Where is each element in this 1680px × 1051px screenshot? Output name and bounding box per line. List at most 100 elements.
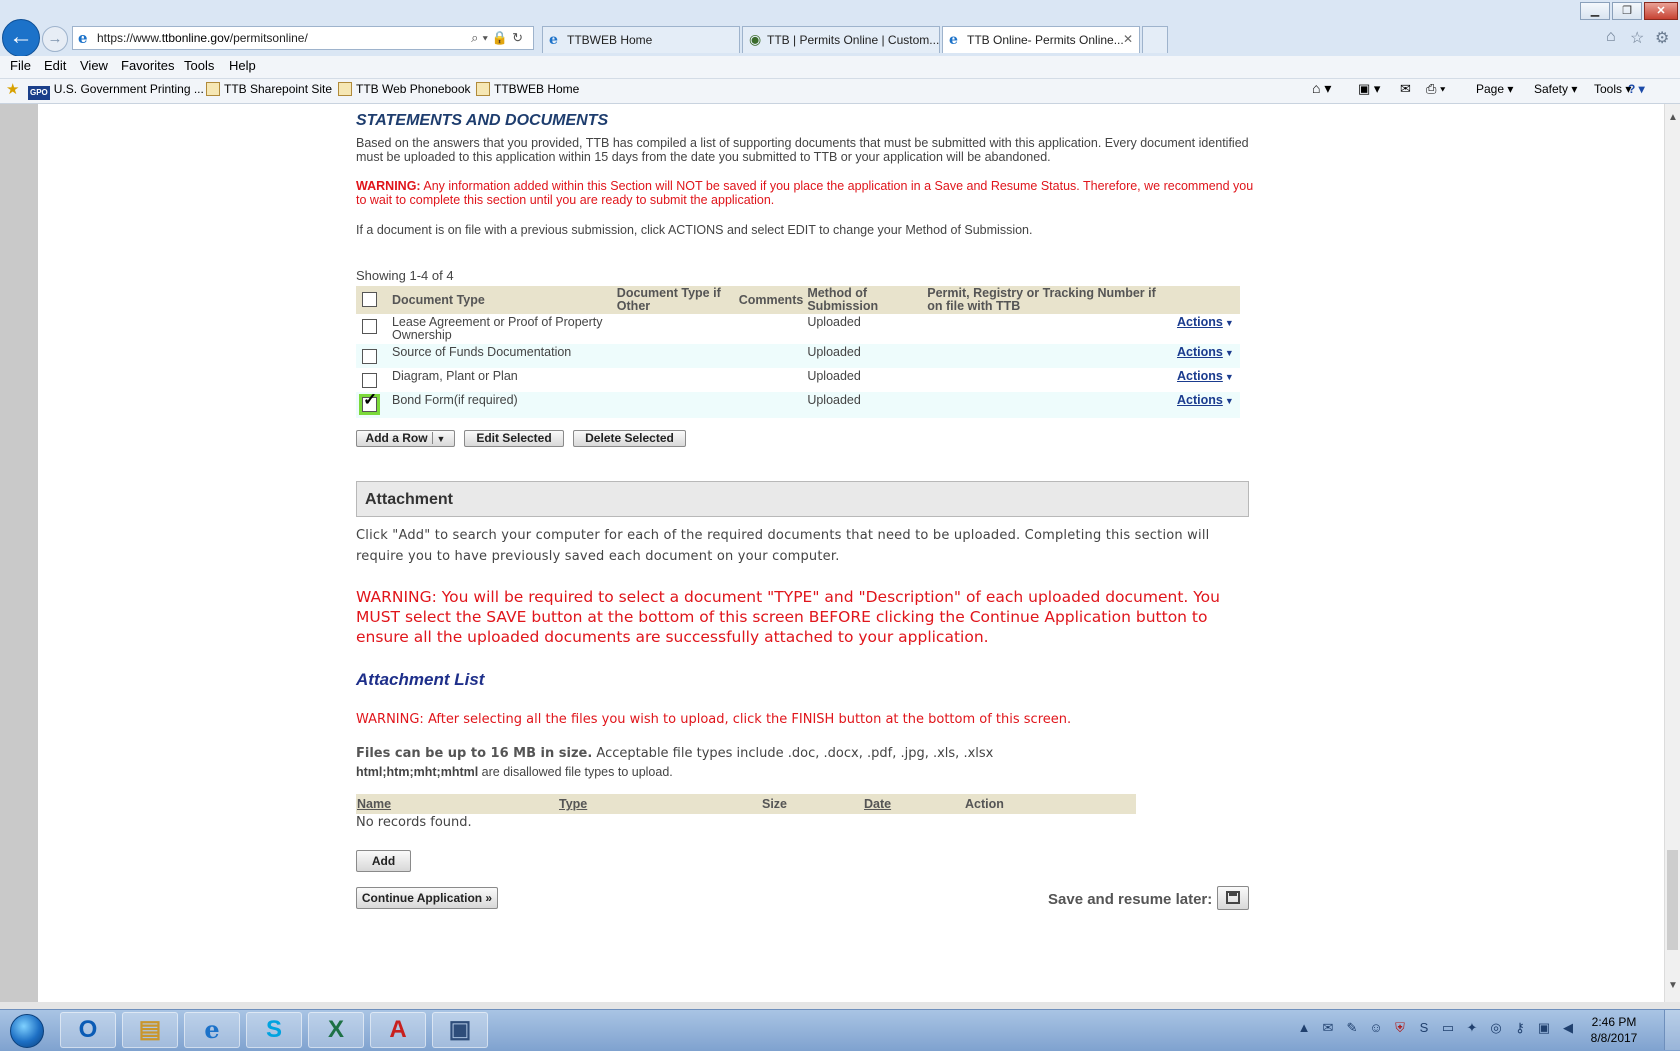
menu-help[interactable]: Help xyxy=(229,58,256,73)
favorite-ttbweb-home[interactable]: TTBWEB Home xyxy=(476,82,579,96)
tray-outlook-icon[interactable]: ✉ xyxy=(1320,1020,1336,1036)
scroll-up-icon[interactable]: ▲ xyxy=(1668,112,1678,123)
row-checkbox[interactable] xyxy=(362,319,377,334)
delete-selected-button[interactable]: Delete Selected xyxy=(573,430,686,447)
menu-tools-cmd[interactable]: Tools ▾ xyxy=(1594,82,1631,96)
tray-shield-icon[interactable]: ⛨ xyxy=(1392,1020,1408,1036)
menu-file[interactable]: File xyxy=(10,58,31,73)
tray-pen-icon[interactable]: ✎ xyxy=(1344,1020,1360,1036)
feeds-icon[interactable]: ▣ ▾ xyxy=(1358,81,1380,97)
forward-button[interactable]: → xyxy=(42,26,68,52)
tray-user-icon[interactable]: ☺ xyxy=(1368,1020,1384,1036)
vertical-scrollbar[interactable]: ▲ ▼ xyxy=(1664,104,1680,1002)
menu-favorites[interactable]: Favorites xyxy=(121,58,174,73)
dropdown-arrow-icon: ▼ xyxy=(436,434,446,444)
col-name-sort[interactable]: Name xyxy=(357,797,391,811)
new-tab-button[interactable] xyxy=(1142,26,1168,53)
cell-permit xyxy=(925,314,1175,344)
address-tools: ⌕▾🔒↻ xyxy=(471,30,527,46)
home-icon[interactable]: ⌂ xyxy=(1606,28,1616,46)
tray-drive-icon[interactable]: ▭ xyxy=(1440,1020,1456,1036)
actions-link[interactable]: Actions xyxy=(1177,393,1223,407)
caret-down-icon[interactable]: ▼ xyxy=(1225,396,1234,406)
address-url[interactable]: https://www.ttbonline.gov/permitsonline/ xyxy=(97,31,308,45)
favorites-star-icon[interactable]: ★ xyxy=(6,80,19,98)
favorite-ttb-sharepoint[interactable]: TTB Sharepoint Site xyxy=(206,82,332,96)
start-button[interactable] xyxy=(4,1011,50,1049)
row-checkbox[interactable] xyxy=(362,349,377,364)
tray-sync-icon[interactable]: ◎ xyxy=(1488,1020,1504,1036)
tab-label: TTBWEB Home xyxy=(567,33,653,47)
actions-link[interactable]: Actions xyxy=(1177,369,1223,383)
tray-chevron-icon[interactable]: ▲ xyxy=(1296,1020,1312,1036)
tab-permits-online-custom[interactable]: ◉ TTB | Permits Online | Custom... xyxy=(742,26,940,53)
menu-edit[interactable]: Edit xyxy=(44,58,66,73)
refresh-icon[interactable]: ↻ xyxy=(512,30,527,45)
taskbar-clock[interactable]: 2:46 PM 8/8/2017 xyxy=(1574,1014,1654,1046)
tray-network-icon[interactable]: ✦ xyxy=(1464,1020,1480,1036)
favorites-star-icon[interactable]: ☆ xyxy=(1630,28,1644,48)
search-icon[interactable]: ⌕ xyxy=(471,30,482,45)
home-icon[interactable]: ⌂ ▾ xyxy=(1312,80,1331,97)
help-icon[interactable]: ? ▾ xyxy=(1628,82,1645,96)
print-icon[interactable]: ⎙ ▾ xyxy=(1426,81,1445,97)
lock-icon[interactable]: 🔒 xyxy=(492,30,512,45)
tab-close-icon[interactable]: ✕ xyxy=(1123,32,1133,46)
continue-application-button[interactable]: Continue Application » xyxy=(356,887,498,909)
tray-key-icon[interactable]: ⚷ xyxy=(1512,1020,1528,1036)
caret-down-icon[interactable]: ▼ xyxy=(1225,348,1234,358)
caret-down-icon[interactable]: ▼ xyxy=(1225,318,1234,328)
cell-comments xyxy=(736,344,806,368)
select-all-checkbox[interactable] xyxy=(362,292,377,307)
col-document-type: Document Type xyxy=(389,286,615,314)
address-bar[interactable]: e https://www.ttbonline.gov/permitsonlin… xyxy=(72,26,534,50)
adobe-acrobat-taskbar-icon[interactable]: A xyxy=(370,1012,426,1048)
internet-explorer-taskbar-icon[interactable]: e xyxy=(184,1012,240,1048)
tab-permits-online-active[interactable]: e TTB Online- Permits Online... ✕ xyxy=(942,26,1140,53)
back-button[interactable]: ← xyxy=(2,19,40,57)
settings-gear-icon[interactable]: ⚙ xyxy=(1655,28,1669,48)
scrollbar-thumb[interactable] xyxy=(1667,850,1678,950)
favorite-ttb-phonebook[interactable]: TTB Web Phonebook xyxy=(338,82,471,96)
menu-safety[interactable]: Safety ▾ xyxy=(1534,82,1577,96)
save-resume-button[interactable] xyxy=(1217,886,1249,910)
forward-arrow-icon: → xyxy=(47,30,63,47)
menu-page[interactable]: Page ▾ xyxy=(1476,82,1513,96)
scroll-down-icon[interactable]: ▼ xyxy=(1668,980,1678,991)
cell-document-type-other xyxy=(615,314,737,344)
cell-document-type-other xyxy=(614,344,737,368)
row-checkbox[interactable] xyxy=(362,373,377,388)
add-a-row-button[interactable]: Add a Row ▼ xyxy=(356,430,455,447)
skype-taskbar-icon[interactable]: S xyxy=(246,1012,302,1048)
col-action: Action xyxy=(965,797,1004,811)
finish-warning: WARNING: After selecting all the files y… xyxy=(356,712,1072,727)
tray-skype-icon[interactable]: S xyxy=(1416,1020,1432,1036)
minimize-button[interactable]: ▁ xyxy=(1580,2,1610,20)
tray-monitor-icon[interactable]: ▣ xyxy=(1536,1020,1552,1036)
edit-selected-button[interactable]: Edit Selected xyxy=(464,430,564,447)
dropdown-icon[interactable]: ▾ xyxy=(482,30,491,45)
actions-link[interactable]: Actions xyxy=(1177,315,1223,329)
outlook-taskbar-icon[interactable]: O xyxy=(60,1012,116,1048)
tab-ttbweb-home[interactable]: e TTBWEB Home xyxy=(542,26,740,53)
row-checkbox-checked[interactable] xyxy=(359,393,380,415)
file-explorer-taskbar-icon[interactable]: ▤ xyxy=(122,1012,178,1048)
add-attachment-button[interactable]: Add xyxy=(356,850,411,872)
col-type-sort[interactable]: Type xyxy=(559,797,587,811)
floppy-disk-icon xyxy=(1226,891,1240,904)
section-warning: WARNING: Any information added within th… xyxy=(356,179,1254,207)
favorite-gpo[interactable]: GPO U.S. Government Printing ... xyxy=(28,82,204,100)
col-date-sort[interactable]: Date xyxy=(864,797,891,811)
menu-view[interactable]: View xyxy=(80,58,108,73)
attachment-warning: WARNING: You will be required to select … xyxy=(356,588,1220,646)
show-desktop-button[interactable] xyxy=(1664,1010,1680,1050)
excel-taskbar-icon[interactable]: X xyxy=(308,1012,364,1048)
menu-tools[interactable]: Tools xyxy=(184,58,214,73)
window-close-button[interactable]: ✕ xyxy=(1644,2,1678,20)
mail-icon[interactable]: ✉ xyxy=(1400,81,1411,97)
restore-button[interactable]: ❐ xyxy=(1612,2,1642,20)
window-app-taskbar-icon[interactable]: ▣ xyxy=(432,1012,488,1048)
ie-page-icon: e xyxy=(78,29,88,47)
caret-down-icon[interactable]: ▼ xyxy=(1225,372,1234,382)
actions-link[interactable]: Actions xyxy=(1177,345,1223,359)
